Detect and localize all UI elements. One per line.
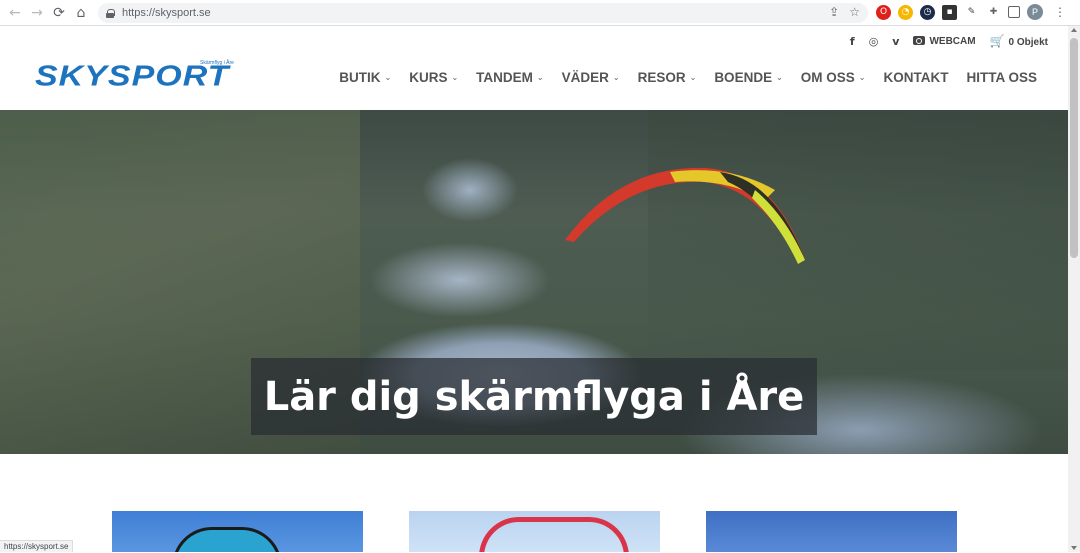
cart-label: 0 Objekt [1008, 37, 1048, 48]
paraglider-wing [565, 167, 805, 264]
scroll-thumb[interactable] [1070, 38, 1078, 258]
green-extension-icon[interactable]: ◔ [898, 4, 913, 20]
nav-item-label: KONTAKT [883, 70, 949, 85]
nav-item-label: KURS [409, 70, 448, 85]
back-icon[interactable]: ← [4, 2, 26, 24]
nav-item-väder[interactable]: VÄDER ⌄ [553, 70, 629, 85]
nav-item-kontakt[interactable]: KONTAKT [875, 70, 958, 85]
nav-item-label: TANDEM [476, 70, 533, 85]
browser-toolbar: ← → ⟳ ⌂ https://skysport.se ⇪ ☆ O ◔ ◷ ▪ … [0, 0, 1080, 26]
nav-item-label: BUTIK [339, 70, 381, 85]
logo-subtitle: Skärmflyg i Åre [200, 60, 234, 66]
nav-item-kurs[interactable]: KURS ⌄ [400, 70, 467, 85]
chevron-down-icon: ⌄ [776, 73, 783, 82]
main-navigation: BUTIK ⌄ KURS ⌄ TANDEM ⌄ VÄDER ⌄ RESOR ⌄ BOENDE ⌄ OM … [330, 70, 1046, 85]
home-icon[interactable]: ⌂ [70, 2, 92, 24]
reload-icon[interactable]: ⟳ [48, 2, 70, 24]
instagram-icon[interactable]: ◎ [869, 35, 879, 48]
header-topbar: f ◎ v WEBCAM 🛒 0 Objekt [850, 34, 1048, 48]
blue-extension-icon[interactable]: ◷ [920, 4, 935, 20]
url-text[interactable]: https://skysport.se [122, 7, 211, 19]
nav-item-label: VÄDER [561, 70, 609, 85]
camera-icon [913, 35, 926, 45]
card-image-wing [479, 517, 629, 552]
chevron-down-icon: ⌄ [612, 73, 620, 82]
nav-item-label: BOENDE [714, 70, 773, 85]
lock-icon[interactable] [106, 8, 115, 18]
nav-item-butik[interactable]: BUTIK ⌄ [330, 70, 400, 85]
puzzle-icon[interactable]: ✚ [986, 4, 1001, 20]
nav-item-label: OM OSS [800, 70, 855, 85]
vimeo-icon[interactable]: v [892, 35, 899, 48]
nav-item-tandem[interactable]: TANDEM ⌄ [467, 70, 552, 85]
address-bar[interactable]: https://skysport.se ⇪ ☆ [98, 3, 868, 23]
cart-icon: 🛒 [989, 34, 1005, 48]
nav-item-hitta-oss[interactable]: HITTA OSS [958, 70, 1047, 85]
feature-card-1[interactable] [112, 511, 363, 552]
nav-item-label: HITTA OSS [966, 70, 1038, 85]
bookmark-star-icon[interactable]: ☆ [849, 5, 860, 19]
nav-item-resor[interactable]: RESOR ⌄ [629, 70, 706, 85]
webcam-label: WEBCAM [929, 35, 976, 47]
webcam-link[interactable]: WEBCAM [913, 35, 976, 47]
pen-extension-icon[interactable]: ✎ [964, 4, 979, 20]
chevron-down-icon: ⌄ [451, 73, 459, 82]
content-section [0, 454, 1068, 552]
opera-extension-icon[interactable]: O [876, 4, 891, 20]
profile-avatar[interactable]: P [1027, 4, 1043, 20]
nav-item-label: RESOR [637, 70, 686, 85]
hero-caption-box: Lär dig skärmflyga i Åre [251, 358, 817, 435]
sidebar-icon[interactable] [1008, 6, 1020, 18]
page-scrollbar[interactable] [1068, 26, 1080, 552]
hero-banner: Lär dig skärmflyga i Åre [0, 110, 1068, 454]
facebook-icon[interactable]: f [850, 35, 855, 48]
scroll-down-arrow[interactable] [1071, 546, 1077, 550]
scroll-up-arrow[interactable] [1071, 28, 1077, 32]
card-image-wing [172, 527, 282, 552]
chevron-down-icon: ⌄ [536, 73, 544, 82]
chevron-down-icon: ⌄ [689, 73, 697, 82]
hero-caption: Lär dig skärmflyga i Åre [263, 373, 805, 420]
cart-link[interactable]: 🛒 0 Objekt [990, 34, 1048, 48]
site-header: f ◎ v WEBCAM 🛒 0 Objekt SKYSPORT Skärmfly… [0, 26, 1068, 110]
forward-icon[interactable]: → [26, 2, 48, 24]
nav-item-om-oss[interactable]: OM OSS ⌄ [792, 70, 875, 85]
feature-card-3[interactable] [706, 511, 957, 552]
chevron-down-icon: ⌄ [858, 73, 866, 82]
share-icon[interactable]: ⇪ [829, 5, 839, 19]
nav-item-boende[interactable]: BOENDE ⌄ [705, 70, 791, 85]
feature-card-2[interactable] [409, 511, 660, 552]
terminal-extension-icon[interactable]: ▪ [942, 4, 957, 20]
chevron-down-icon: ⌄ [384, 73, 392, 82]
status-bar-url: https://skysport.se [0, 540, 74, 552]
menu-icon[interactable]: ⋮ [1054, 5, 1066, 19]
